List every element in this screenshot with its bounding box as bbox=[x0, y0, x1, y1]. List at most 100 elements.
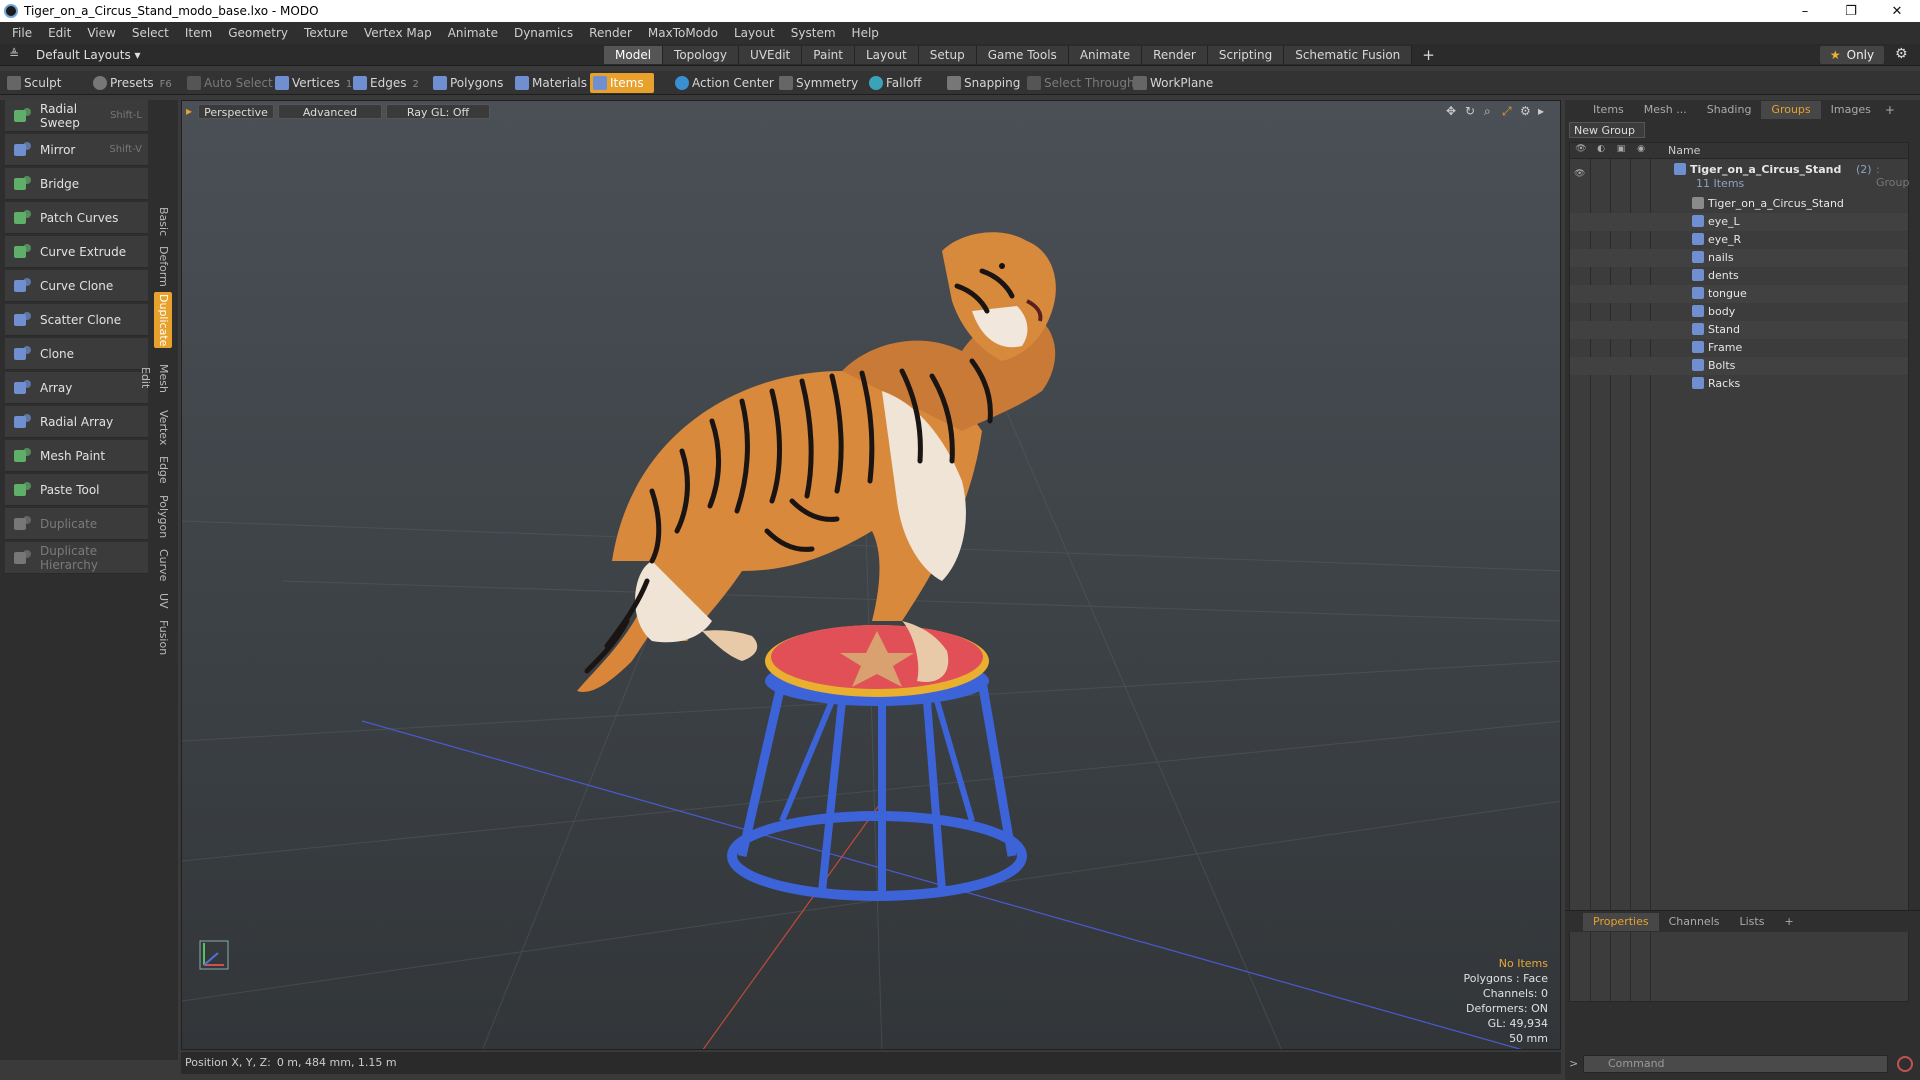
group-item-row[interactable]: nails bbox=[1570, 249, 1908, 267]
layout-select[interactable]: Default Layouts ▾ bbox=[36, 48, 141, 62]
symmetry-button[interactable]: Symmetry bbox=[776, 73, 858, 93]
tab-model[interactable]: Model bbox=[604, 46, 664, 64]
render-column-icon[interactable]: ◐ bbox=[1594, 144, 1608, 158]
sculpt-button[interactable]: Sculpt bbox=[4, 73, 61, 93]
tool-array[interactable]: Array bbox=[5, 372, 148, 404]
action-center-button[interactable]: Action Center bbox=[672, 73, 774, 93]
tool-clone[interactable]: Clone bbox=[5, 338, 148, 370]
side-tab-deform[interactable]: Deform bbox=[154, 244, 172, 288]
side-tab-edge[interactable]: Edge bbox=[154, 452, 172, 488]
tab-properties[interactable]: Properties bbox=[1583, 912, 1659, 931]
side-tab-polygon[interactable]: Polygon bbox=[154, 492, 172, 542]
falloff-button[interactable]: Falloff bbox=[866, 73, 921, 93]
tool-patch-curves[interactable]: Patch Curves bbox=[5, 202, 148, 234]
add-tab-button[interactable]: + bbox=[1412, 46, 1445, 64]
tab-animate[interactable]: Animate bbox=[1068, 46, 1143, 64]
menu-dynamics[interactable]: Dynamics bbox=[506, 26, 581, 40]
tab-render[interactable]: Render bbox=[1142, 46, 1208, 64]
tool-scatter-clone[interactable]: Scatter Clone bbox=[5, 304, 148, 336]
menu-help[interactable]: Help bbox=[844, 26, 887, 40]
tool-duplicate-hierarchy[interactable]: Duplicate Hierarchy bbox=[5, 542, 148, 574]
add-bottom-tab-icon[interactable]: + bbox=[1774, 913, 1803, 931]
menu-layout[interactable]: Layout bbox=[726, 26, 783, 40]
group-item-row[interactable]: eye_L bbox=[1570, 213, 1908, 231]
side-tab-uv[interactable]: UV bbox=[154, 588, 172, 614]
eye-icon[interactable]: 👁 bbox=[1574, 169, 1586, 181]
tab-setup[interactable]: Setup bbox=[918, 46, 977, 64]
menu-animate[interactable]: Animate bbox=[440, 26, 506, 40]
group-item-row[interactable]: Racks bbox=[1570, 375, 1908, 393]
group-item-row[interactable]: dents bbox=[1570, 267, 1908, 285]
tab-images[interactable]: Images bbox=[1821, 101, 1881, 119]
group-item-row[interactable]: body bbox=[1570, 303, 1908, 321]
tab-game-tools[interactable]: Game Tools bbox=[976, 46, 1069, 64]
side-tab-fusion[interactable]: Fusion bbox=[154, 618, 172, 658]
tool-radial-array[interactable]: Radial Array bbox=[5, 406, 148, 438]
add-tab-icon[interactable]: + bbox=[1881, 103, 1899, 117]
command-record-icon[interactable] bbox=[1897, 1056, 1913, 1072]
menu-file[interactable]: File bbox=[4, 26, 40, 40]
menu-geometry[interactable]: Geometry bbox=[220, 26, 296, 40]
tab-lists[interactable]: Lists bbox=[1730, 913, 1775, 931]
side-tab-duplicate[interactable]: Duplicate bbox=[154, 292, 172, 348]
snapping-button[interactable]: Snapping bbox=[944, 73, 1020, 93]
tool-paste-tool[interactable]: Paste Tool bbox=[5, 474, 148, 506]
tool-mirror[interactable]: Mirror Shift-V bbox=[5, 134, 148, 166]
tab-layout[interactable]: Layout bbox=[854, 46, 919, 64]
group-row-root[interactable]: 👁 Tiger_on_a_Circus_Stand (2) : Group 11… bbox=[1570, 161, 1910, 193]
menu-item[interactable]: Item bbox=[177, 26, 220, 40]
side-tab-vertex[interactable]: Vertex bbox=[154, 408, 172, 448]
select-through-button[interactable]: Select Through bbox=[1024, 73, 1135, 93]
minimize-button[interactable]: – bbox=[1782, 0, 1828, 22]
tab-topology[interactable]: Topology bbox=[663, 46, 740, 64]
menu-render[interactable]: Render bbox=[581, 26, 640, 40]
menu-texture[interactable]: Texture bbox=[296, 26, 356, 40]
new-group-button[interactable]: New Group bbox=[1569, 122, 1645, 138]
tab-groups[interactable]: Groups bbox=[1761, 101, 1821, 119]
tool-mesh-paint[interactable]: Mesh Paint bbox=[5, 440, 148, 472]
tool-duplicate[interactable]: Duplicate bbox=[5, 508, 148, 540]
tool-radial-sweep[interactable]: Radial Sweep Shift-L bbox=[5, 100, 148, 132]
group-item-row[interactable]: Frame bbox=[1570, 339, 1908, 357]
menu-select[interactable]: Select bbox=[124, 26, 177, 40]
auto-select-button[interactable]: Auto Select bbox=[184, 73, 273, 93]
polygons-button[interactable]: Polygons bbox=[430, 73, 503, 93]
tab-shading[interactable]: Shading bbox=[1697, 101, 1762, 119]
tab-paint[interactable]: Paint bbox=[802, 46, 855, 64]
tab-items[interactable]: Items bbox=[1583, 101, 1634, 119]
3d-viewport[interactable]: ▸ Perspective Advanced Ray GL: Off ✥ ↻ ⌕… bbox=[181, 100, 1561, 1050]
visibility-column-icon[interactable]: 👁 bbox=[1574, 144, 1588, 158]
select-column-icon[interactable]: ◉ bbox=[1634, 144, 1648, 158]
menu-edit[interactable]: Edit bbox=[40, 26, 79, 40]
tool-curve-clone[interactable]: Curve Clone bbox=[5, 270, 148, 302]
side-tab-curve[interactable]: Curve bbox=[154, 546, 172, 584]
command-input[interactable]: Command bbox=[1583, 1055, 1888, 1073]
vertices-button[interactable]: Vertices 1 bbox=[272, 73, 352, 93]
workplane-button[interactable]: WorkPlane bbox=[1130, 73, 1213, 93]
tab-schematic-fusion[interactable]: Schematic Fusion bbox=[1284, 46, 1413, 64]
side-tab-mesh-edit[interactable]: Mesh Edit bbox=[139, 352, 172, 404]
tab-uvedit[interactable]: UVEdit bbox=[739, 46, 803, 64]
tool-curve-extrude[interactable]: Curve Extrude bbox=[5, 236, 148, 268]
tab-scripting[interactable]: Scripting bbox=[1207, 46, 1285, 64]
group-item-row[interactable]: Bolts bbox=[1570, 357, 1908, 375]
side-tab-basic[interactable]: Basic bbox=[154, 204, 172, 240]
tab-mesh[interactable]: Mesh ... bbox=[1634, 101, 1697, 119]
group-item-row[interactable]: tongue bbox=[1570, 285, 1908, 303]
tool-bridge[interactable]: Bridge bbox=[5, 168, 148, 200]
group-item-row[interactable]: Stand bbox=[1570, 321, 1908, 339]
materials-button[interactable]: Materials bbox=[512, 73, 587, 93]
restore-button[interactable]: ❐ bbox=[1828, 0, 1874, 22]
group-item-row[interactable]: Tiger_on_a_Circus_Stand bbox=[1570, 195, 1908, 213]
menu-maxtomodo[interactable]: MaxToModo bbox=[640, 26, 726, 40]
menu-vertex-map[interactable]: Vertex Map bbox=[356, 26, 440, 40]
edges-button[interactable]: Edges 2 bbox=[350, 73, 419, 93]
items-button[interactable]: Items bbox=[590, 73, 654, 93]
close-button[interactable]: ✕ bbox=[1874, 0, 1920, 22]
menu-view[interactable]: View bbox=[79, 26, 123, 40]
menu-system[interactable]: System bbox=[783, 26, 844, 40]
only-toggle[interactable]: ★ Only bbox=[1820, 46, 1884, 64]
layout-toggle-icon[interactable]: ≜ bbox=[6, 47, 22, 63]
group-item-row[interactable]: eye_R bbox=[1570, 231, 1908, 249]
lock-column-icon[interactable]: ▣ bbox=[1614, 144, 1628, 158]
